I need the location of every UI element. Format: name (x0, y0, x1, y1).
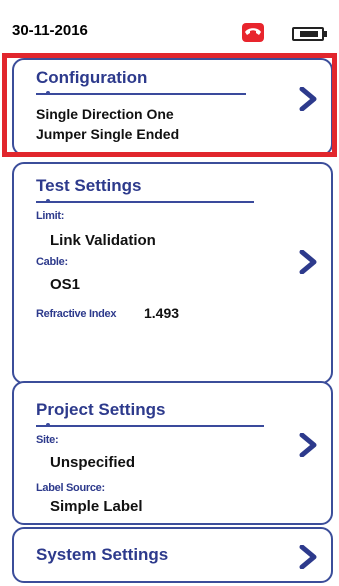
configuration-line2: Jumper Single Ended (36, 126, 180, 142)
label-source-label: Label Source: (36, 482, 105, 494)
test-settings-title: Test Settings (36, 176, 142, 195)
system-settings-card[interactable]: System Settings (12, 527, 333, 583)
chevron-right-icon[interactable] (299, 87, 317, 111)
title-underline (36, 423, 264, 427)
status-bar: 30-11-2016 (0, 0, 339, 48)
cable-value: OS1 (50, 276, 81, 293)
cable-label: Cable: (36, 256, 68, 268)
limit-label: Limit: (36, 210, 65, 222)
title-underline (36, 199, 254, 203)
chevron-right-icon[interactable] (299, 545, 317, 569)
site-label: Site: (36, 434, 59, 446)
project-settings-title: Project Settings (36, 400, 166, 419)
status-date: 30-11-2016 (12, 22, 88, 39)
test-settings-card[interactable]: Test Settings Limit: Link Validation Cab… (12, 162, 333, 384)
title-underline (36, 91, 246, 95)
configuration-card[interactable]: Configuration Single Direction One Jumpe… (12, 58, 333, 156)
limit-value: Link Validation (50, 232, 156, 249)
site-value: Unspecified (50, 454, 136, 471)
chevron-right-icon[interactable] (299, 250, 317, 274)
refractive-index-value: 1.493 (144, 305, 180, 321)
battery-level (300, 31, 318, 37)
project-settings-card[interactable]: Project Settings Site: Unspecified Label… (12, 381, 333, 525)
configuration-title: Configuration (36, 68, 148, 87)
settings-screen: 30-11-2016 Configuration Single Directio… (0, 0, 339, 586)
phone-hangup-icon[interactable] (242, 23, 264, 42)
system-settings-title: System Settings (36, 545, 169, 564)
chevron-right-icon[interactable] (299, 433, 317, 457)
label-source-value: Simple Label (50, 498, 143, 515)
refractive-index-label: Refractive Index (36, 308, 117, 320)
battery-icon (292, 27, 327, 41)
configuration-line1: Single Direction One (36, 106, 174, 122)
